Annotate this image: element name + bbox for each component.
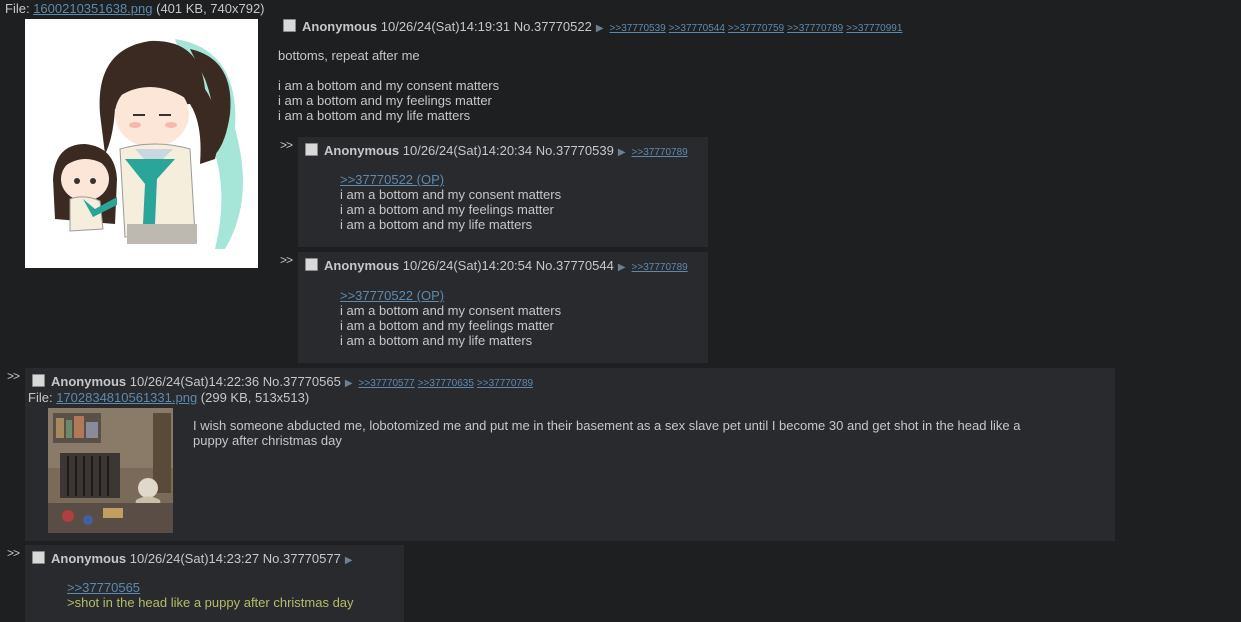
reply-select-checkbox[interactable] <box>32 551 45 564</box>
quote-link[interactable]: >>37770522 (OP) <box>340 172 561 187</box>
message-line: i am a bottom and my consent matters <box>278 78 500 93</box>
message-line: i am a bottom and my feelings matter <box>340 202 554 217</box>
backlink[interactable]: >>37770544 <box>669 23 725 34</box>
op-select-checkbox[interactable] <box>283 19 296 32</box>
reply-file-link[interactable]: 1702834810561331.png <box>56 390 197 405</box>
reply-message: >>37770522 (OP) i am a bottom and my con… <box>340 288 561 348</box>
post-datetime: 10/26/24(Sat)14:22:36 <box>129 374 260 389</box>
message-line: i am a bottom and my life matters <box>340 333 533 348</box>
post-datetime: 10/26/24(Sat)14:20:34 <box>402 143 533 158</box>
message-line <box>278 63 499 78</box>
message-line: I wish someone abducted me, lobotomized … <box>193 418 1021 433</box>
message-line: i am a bottom and my consent matters <box>340 187 562 202</box>
reply-select-checkbox[interactable] <box>305 143 318 156</box>
backlink[interactable]: >>37770789 <box>477 378 533 389</box>
post-number[interactable]: No.37770577 <box>263 551 341 566</box>
post-number[interactable]: No.37770522 <box>514 19 592 34</box>
op-file-info: File: 1600210351638.png (401 KB, 740x792… <box>5 1 265 16</box>
op-file-link[interactable]: 1600210351638.png <box>33 1 152 16</box>
reply-message: >>37770522 (OP) i am a bottom and my con… <box>340 172 561 232</box>
op-file-meta: (401 KB, 740x792) <box>156 1 265 16</box>
post-menu-triangle-icon[interactable]: ▶ <box>345 555 353 566</box>
poster-name: Anonymous <box>51 551 127 566</box>
post-number[interactable]: No.37770539 <box>536 143 614 158</box>
message-line: i am a bottom and my life matters <box>340 217 533 232</box>
quote-link[interactable]: >>37770522 (OP) <box>340 288 561 303</box>
backlink[interactable]: >>37770991 <box>846 23 902 34</box>
reply-post-header: Anonymous 10/26/24(Sat)14:20:54 No.37770… <box>324 258 691 276</box>
post-datetime: 10/26/24(Sat)14:20:54 <box>402 258 533 273</box>
file-label: File: <box>28 390 53 405</box>
quote-link[interactable]: >>37770565 <box>67 580 354 595</box>
reply-select-checkbox[interactable] <box>305 258 318 271</box>
reply-arrows: >> <box>7 369 20 383</box>
message-line: i am a bottom and my feelings matter <box>340 318 554 333</box>
op-post-header: Anonymous 10/26/24(Sat)14:19:31 No.37770… <box>302 19 905 37</box>
reply-arrows: >> <box>280 253 293 267</box>
op-thumbnail-image[interactable] <box>25 19 258 268</box>
reply-arrows: >> <box>280 138 293 152</box>
message-line: i am a bottom and my feelings matter <box>278 93 492 108</box>
message-line: puppy after christmas day <box>193 433 342 448</box>
poster-name: Anonymous <box>324 143 400 158</box>
reply-post-header: Anonymous 10/26/24(Sat)14:23:27 No.37770… <box>51 551 359 569</box>
file-label: File: <box>5 1 30 16</box>
reply-message: I wish someone abducted me, lobotomized … <box>193 418 1020 448</box>
post-menu-triangle-icon[interactable]: ▶ <box>596 23 604 34</box>
reply-file-meta: (299 KB, 513x513) <box>200 390 310 405</box>
post-datetime: 10/26/24(Sat)14:23:27 <box>129 551 260 566</box>
message-line: i am a bottom and my life matters <box>278 108 471 123</box>
post-datetime: 10/26/24(Sat)14:19:31 <box>380 19 511 34</box>
reply-file-info: File: 1702834810561331.png (299 KB, 513x… <box>28 390 309 405</box>
op-message: bottoms, repeat after me i am a bottom a… <box>278 48 499 123</box>
backlink[interactable]: >>37770789 <box>787 23 843 34</box>
poster-name: Anonymous <box>51 374 127 389</box>
reply-post-header: Anonymous 10/26/24(Sat)14:20:34 No.37770… <box>324 143 691 161</box>
poster-name: Anonymous <box>302 19 378 34</box>
backlink[interactable]: >>37770759 <box>728 23 784 34</box>
backlink[interactable]: >>37770789 <box>632 262 688 273</box>
backlink[interactable]: >>37770539 <box>610 23 666 34</box>
backlink[interactable]: >>37770635 <box>418 378 474 389</box>
poster-name: Anonymous <box>324 258 400 273</box>
reply-message: >>37770565 >shot in the head like a pupp… <box>67 580 354 610</box>
backlink[interactable]: >>37770789 <box>632 147 688 158</box>
post-menu-triangle-icon[interactable]: ▶ <box>345 378 353 389</box>
post-menu-triangle-icon[interactable]: ▶ <box>618 262 626 273</box>
post-menu-triangle-icon[interactable]: ▶ <box>618 147 626 158</box>
reply-arrows: >> <box>7 546 20 560</box>
greentext-line: >shot in the head like a puppy after chr… <box>67 595 354 610</box>
post-number[interactable]: No.37770565 <box>263 374 341 389</box>
message-line: bottoms, repeat after me <box>278 48 420 63</box>
message-line: i am a bottom and my consent matters <box>340 303 562 318</box>
backlink[interactable]: >>37770577 <box>359 378 415 389</box>
reply-thumbnail-image[interactable] <box>48 408 173 533</box>
reply-select-checkbox[interactable] <box>32 374 45 387</box>
post-number[interactable]: No.37770544 <box>536 258 614 273</box>
